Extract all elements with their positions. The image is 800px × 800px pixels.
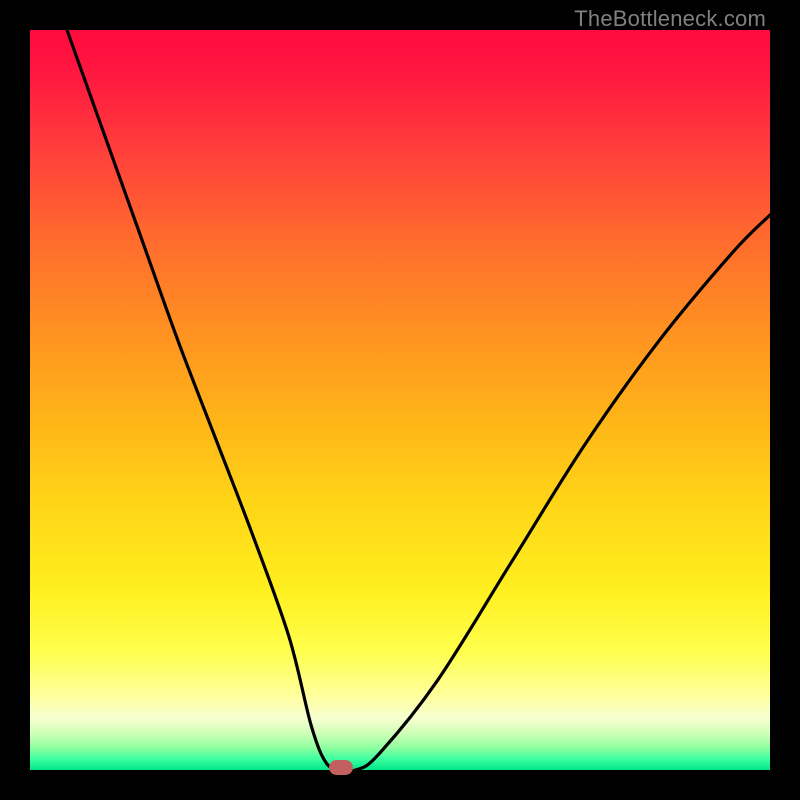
plot-area (30, 30, 770, 770)
watermark-text: TheBottleneck.com (574, 6, 766, 32)
optimum-marker (329, 760, 353, 775)
bottleneck-curve-path (67, 30, 770, 771)
curve-svg (30, 30, 770, 770)
chart-frame: TheBottleneck.com (0, 0, 800, 800)
